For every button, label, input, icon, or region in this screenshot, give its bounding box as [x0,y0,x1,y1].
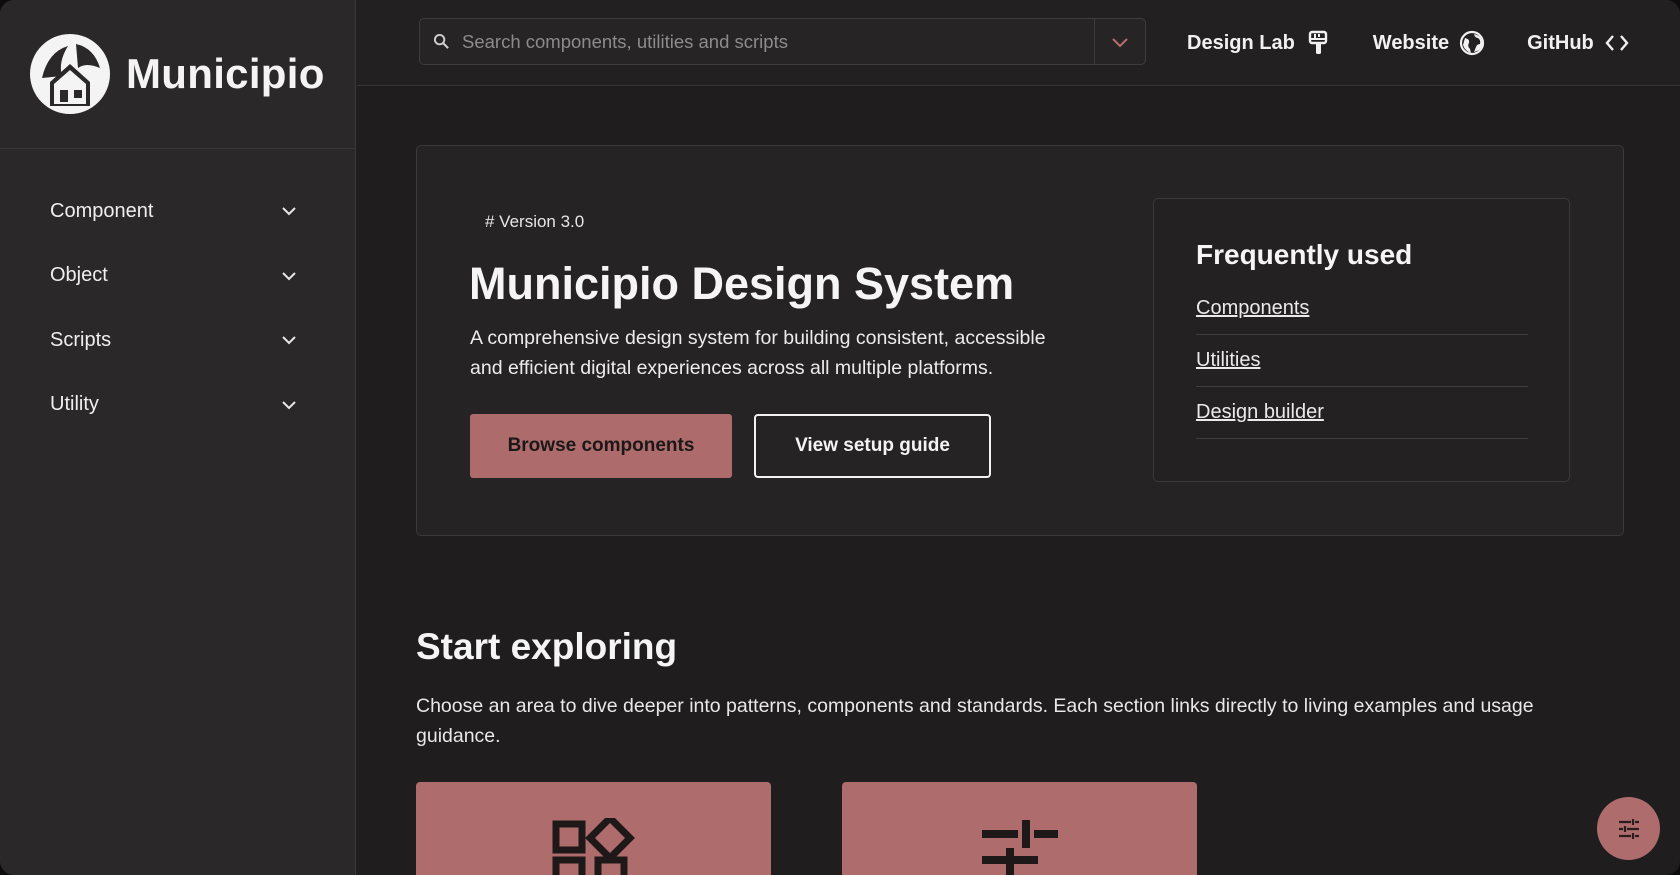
sidebar-item-scripts[interactable]: Scripts [0,308,355,373]
sidebar-item-label: Scripts [50,328,112,351]
explore-card-components[interactable] [416,782,771,875]
github-link[interactable]: GitHub [1527,30,1630,56]
chevron-down-icon [279,201,299,221]
design-lab-label: Design Lab [1187,31,1295,54]
app-window: Municipio Component Object Scripts Utili… [0,0,1680,875]
list-item: Design builder [1196,387,1528,439]
search-icon [420,33,462,50]
header-links: Design Lab Website GitHub [1187,0,1672,86]
hero-panel: # Version 3.0 Municipio Design System A … [416,145,1624,536]
widgets-icon [552,818,635,875]
explore-card-utilities[interactable] [842,782,1197,875]
search-input[interactable] [462,30,1094,53]
municipio-logo-icon [30,34,110,114]
top-bar: Design Lab Website GitHub [357,0,1680,86]
frequently-used-panel: Frequently used Components Utilities Des… [1153,198,1570,482]
frequently-used-title: Frequently used [1196,239,1413,270]
sidebar-item-object[interactable]: Object [0,244,355,309]
sidebar-item-label: Utility [50,393,99,416]
code-icon [1605,35,1629,51]
hero-description: A comprehensive design system for buildi… [470,327,1046,379]
start-exploring-title: Start exploring [416,626,678,667]
sidebar-item-utility[interactable]: Utility [0,373,355,438]
components-link[interactable]: Components [1196,297,1309,320]
design-lab-link[interactable]: Design Lab [1187,30,1331,56]
tune-icon [1618,818,1639,839]
chevron-down-icon [1112,37,1128,47]
design-builder-link[interactable]: Design builder [1196,401,1324,424]
sidebar-item-label: Component [50,199,154,222]
sidebar-nav: Component Object Scripts Utility [0,149,355,437]
utilities-link[interactable]: Utilities [1196,349,1260,372]
list-item: Utilities [1196,335,1528,387]
brand[interactable]: Municipio [0,0,355,149]
browse-components-button[interactable]: Browse components [470,414,732,478]
search-box [419,18,1146,65]
sidebar: Municipio Component Object Scripts Utili… [0,0,356,875]
website-link[interactable]: Website [1373,30,1485,56]
tune-icon [981,820,1058,875]
search-dropdown-button[interactable] [1094,19,1145,64]
version-label: # Version 3.0 [485,212,585,231]
chevron-down-icon [279,330,299,350]
sidebar-item-component[interactable]: Component [0,179,355,244]
sidebar-item-label: Object [50,264,108,287]
brush-icon [1308,30,1327,54]
start-exploring-description: Choose an area to dive deeper into patte… [416,695,1534,747]
view-setup-guide-button[interactable]: View setup guide [754,414,991,478]
chevron-down-icon [279,266,299,286]
page-title: Municipio Design System [469,258,1015,309]
frequently-used-list: Components Utilities Design builder [1196,283,1528,439]
website-label: Website [1372,31,1450,54]
list-item: Components [1196,283,1528,335]
chevron-down-icon [279,395,299,415]
globe-icon [1460,30,1485,56]
settings-fab-button[interactable] [1597,797,1660,860]
brand-name: Municipio [126,50,325,97]
github-label: GitHub [1527,31,1594,54]
